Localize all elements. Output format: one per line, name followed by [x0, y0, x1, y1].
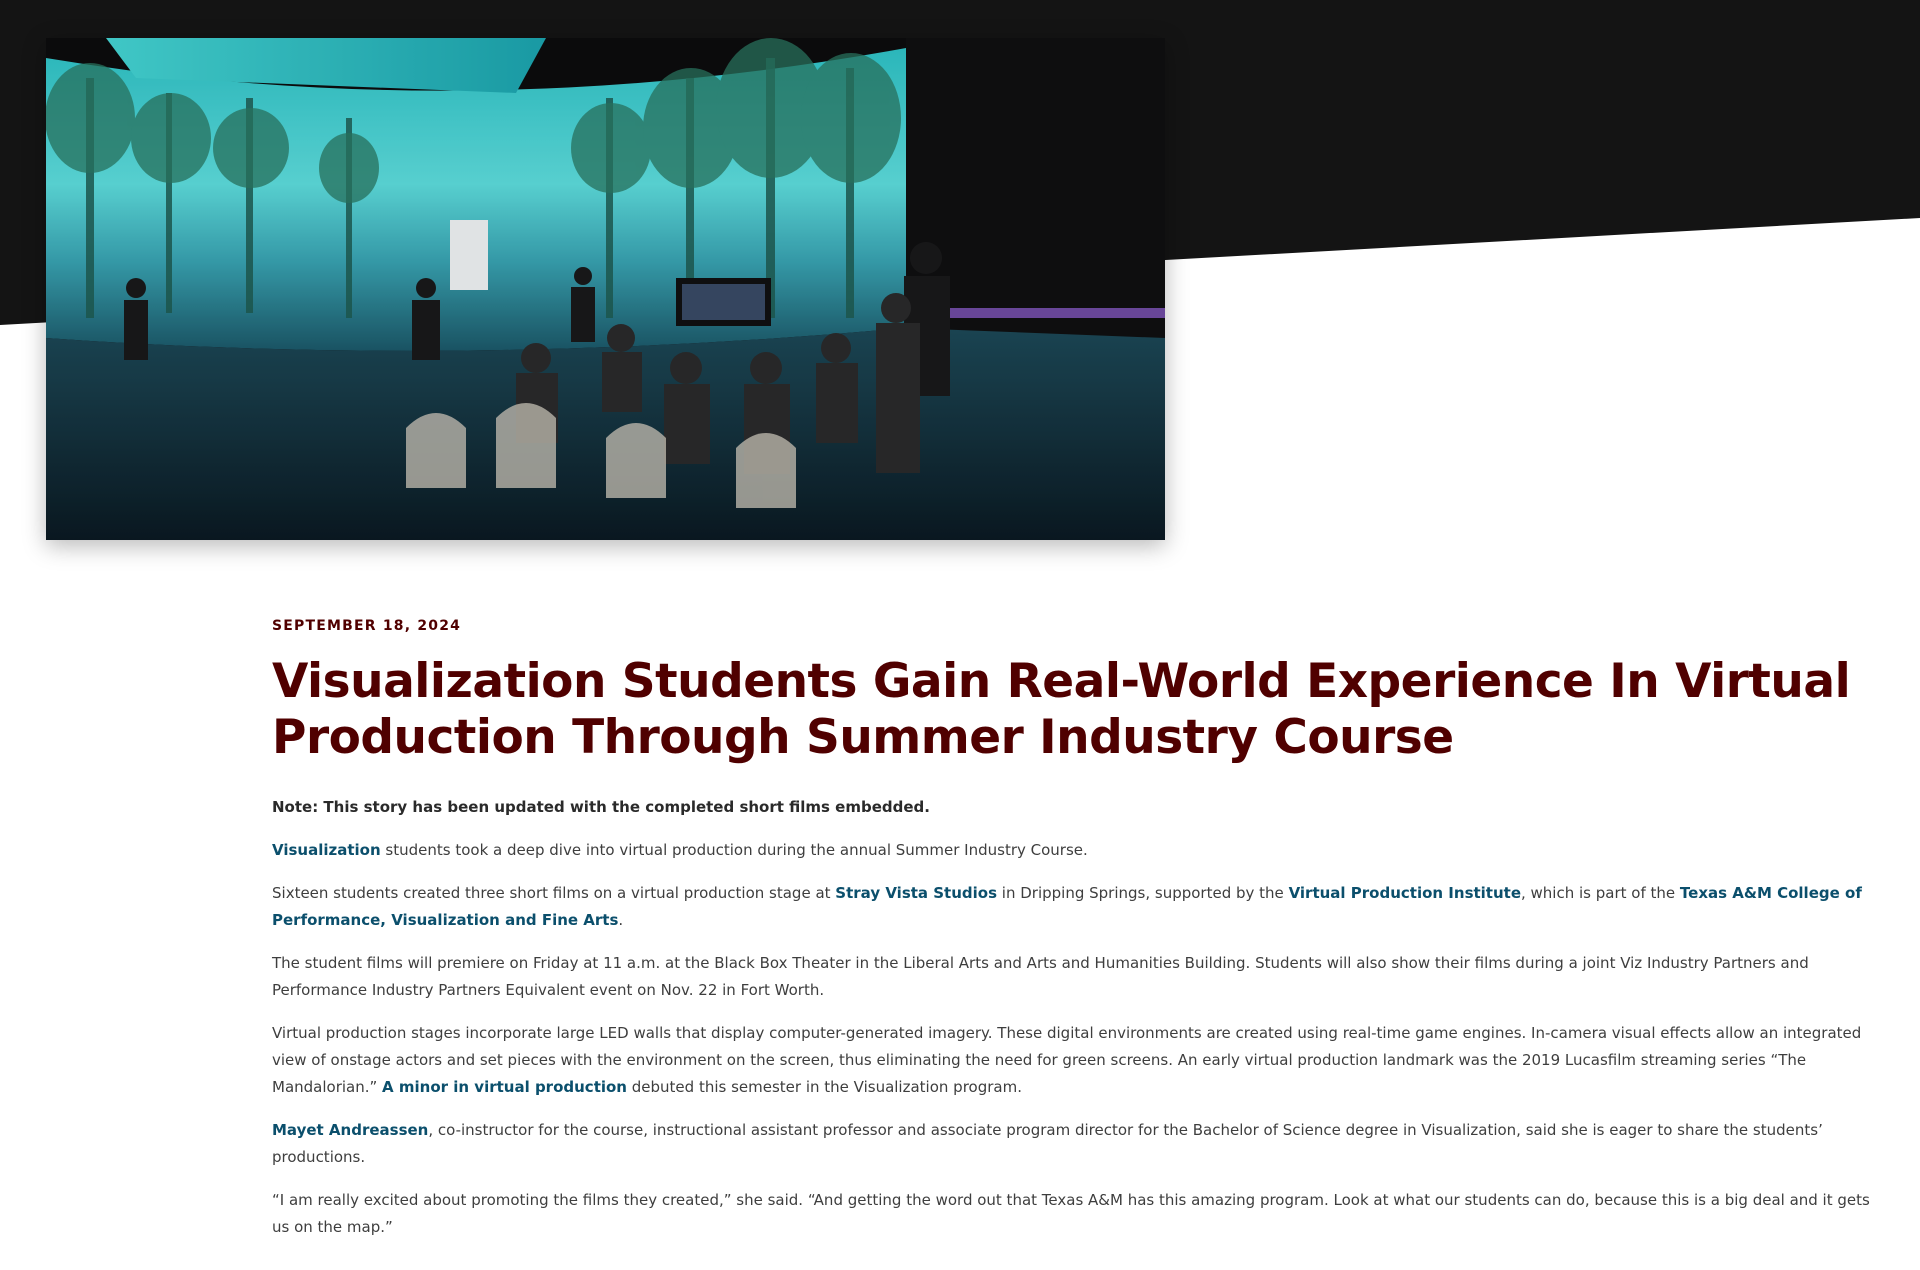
link-virtual-production-institute[interactable]: Virtual Production Institute: [1289, 884, 1521, 902]
paragraph-text: Sixteen students created three short fil…: [272, 884, 836, 902]
paragraph-intro: Visualization students took a deep dive …: [272, 837, 1872, 864]
hero-photo: [46, 38, 1165, 540]
paragraph-virtual-production: Virtual production stages incorporate la…: [272, 1020, 1872, 1101]
virtual-production-stage-photo: [46, 38, 1165, 540]
paragraph-text: , which is part of the: [1521, 884, 1680, 902]
paragraph-text: debuted this semester in the Visualizati…: [627, 1078, 1022, 1096]
link-stray-vista-studios[interactable]: Stray Vista Studios: [835, 884, 997, 902]
paragraph-films: Sixteen students created three short fil…: [272, 880, 1872, 934]
paragraph-premiere: The student films will premiere on Frida…: [272, 954, 1809, 999]
article-body: Note: This story has been updated with t…: [272, 794, 1872, 1241]
link-minor-virtual-production[interactable]: A minor in virtual production: [382, 1078, 627, 1096]
paragraph-quote: “I am really excited about promoting the…: [272, 1191, 1870, 1236]
paragraph-instructor: Mayet Andreassen, co-instructor for the …: [272, 1117, 1872, 1171]
update-note: Note: This story has been updated with t…: [272, 798, 930, 816]
paragraph-text: , co-instructor for the course, instruct…: [272, 1121, 1823, 1166]
link-mayet-andreassen[interactable]: Mayet Andreassen: [272, 1121, 428, 1139]
article-headline: Visualization Students Gain Real-World E…: [272, 654, 1851, 765]
paragraph-text: students took a deep dive into virtual p…: [380, 841, 1088, 859]
paragraph-text: .: [618, 911, 624, 929]
article: SEPTEMBER 18, 2024 Visualization Student…: [272, 618, 1872, 1257]
link-visualization[interactable]: Visualization: [272, 841, 381, 859]
publish-date: SEPTEMBER 18, 2024: [272, 618, 462, 634]
paragraph-text: in Dripping Springs, supported by the: [997, 884, 1289, 902]
